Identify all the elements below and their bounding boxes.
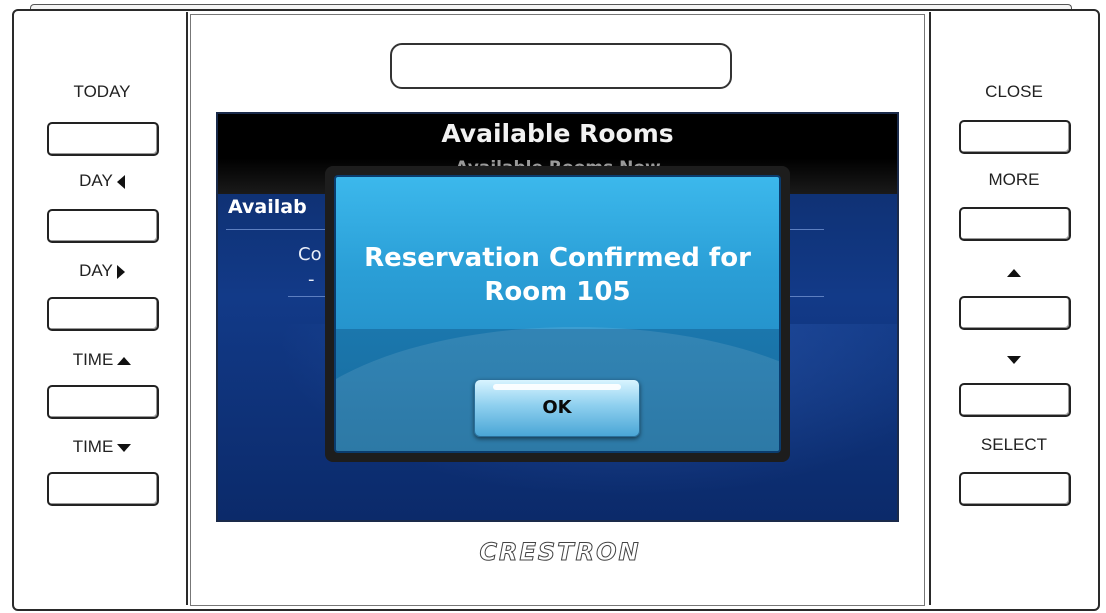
close-label-text: CLOSE — [985, 82, 1043, 101]
left-divider — [186, 12, 188, 605]
right-divider — [929, 12, 931, 605]
ok-button[interactable]: OK — [474, 379, 640, 437]
more-label-text: MORE — [988, 170, 1040, 189]
crestron-logo: CRESTRON — [479, 538, 641, 567]
room-row-text[interactable]: Co — [298, 244, 322, 265]
page-up-button[interactable] — [959, 296, 1071, 330]
close-label: CLOSE — [944, 82, 1084, 102]
confirmation-line-2: Room 105 — [484, 277, 631, 307]
page-down-label — [944, 349, 1084, 369]
day-prev-label: DAY — [32, 171, 172, 191]
button-shine — [493, 384, 621, 390]
page-up-label — [944, 262, 1084, 282]
down-arrow-icon — [1007, 355, 1021, 364]
today-label: TODAY — [32, 82, 172, 102]
day-prev-button[interactable] — [47, 209, 159, 243]
more-label: MORE — [944, 170, 1084, 190]
down-arrow-icon — [117, 443, 132, 452]
time-down-label: TIME — [32, 437, 172, 457]
screen-title: Available Rooms — [441, 119, 674, 148]
page-down-button[interactable] — [959, 383, 1071, 417]
select-button[interactable] — [959, 472, 1071, 506]
confirmation-message: Reservation Confirmed for Room 105 — [336, 241, 779, 309]
day-prev-label-text: DAY — [79, 171, 113, 190]
close-button[interactable] — [959, 120, 1071, 154]
up-arrow-icon — [1007, 268, 1021, 277]
time-up-label-text: TIME — [72, 350, 114, 369]
section-heading: Availab — [228, 196, 307, 218]
touch-panel-device: TODAY DAY DAY TIME TIME CLOSE MORE SELEC… — [0, 0, 1106, 613]
today-button[interactable] — [47, 122, 159, 156]
time-down-button[interactable] — [47, 472, 159, 506]
time-up-label: TIME — [32, 350, 172, 370]
sensor-slot — [390, 43, 732, 89]
time-up-button[interactable] — [47, 385, 159, 419]
right-arrow-icon — [116, 264, 125, 279]
confirmation-line-1: Reservation Confirmed for — [364, 243, 751, 273]
left-arrow-icon — [116, 174, 125, 189]
day-next-label: DAY — [32, 261, 172, 281]
day-next-label-text: DAY — [79, 261, 113, 280]
ok-button-label: OK — [542, 397, 572, 418]
more-button[interactable] — [959, 207, 1071, 241]
select-label-text: SELECT — [980, 435, 1048, 454]
time-down-label-text: TIME — [72, 437, 114, 456]
up-arrow-icon — [117, 356, 132, 365]
room-row-dash: - — [308, 269, 315, 290]
select-label: SELECT — [944, 435, 1084, 455]
day-next-button[interactable] — [47, 297, 159, 331]
today-label-text: TODAY — [73, 82, 131, 101]
